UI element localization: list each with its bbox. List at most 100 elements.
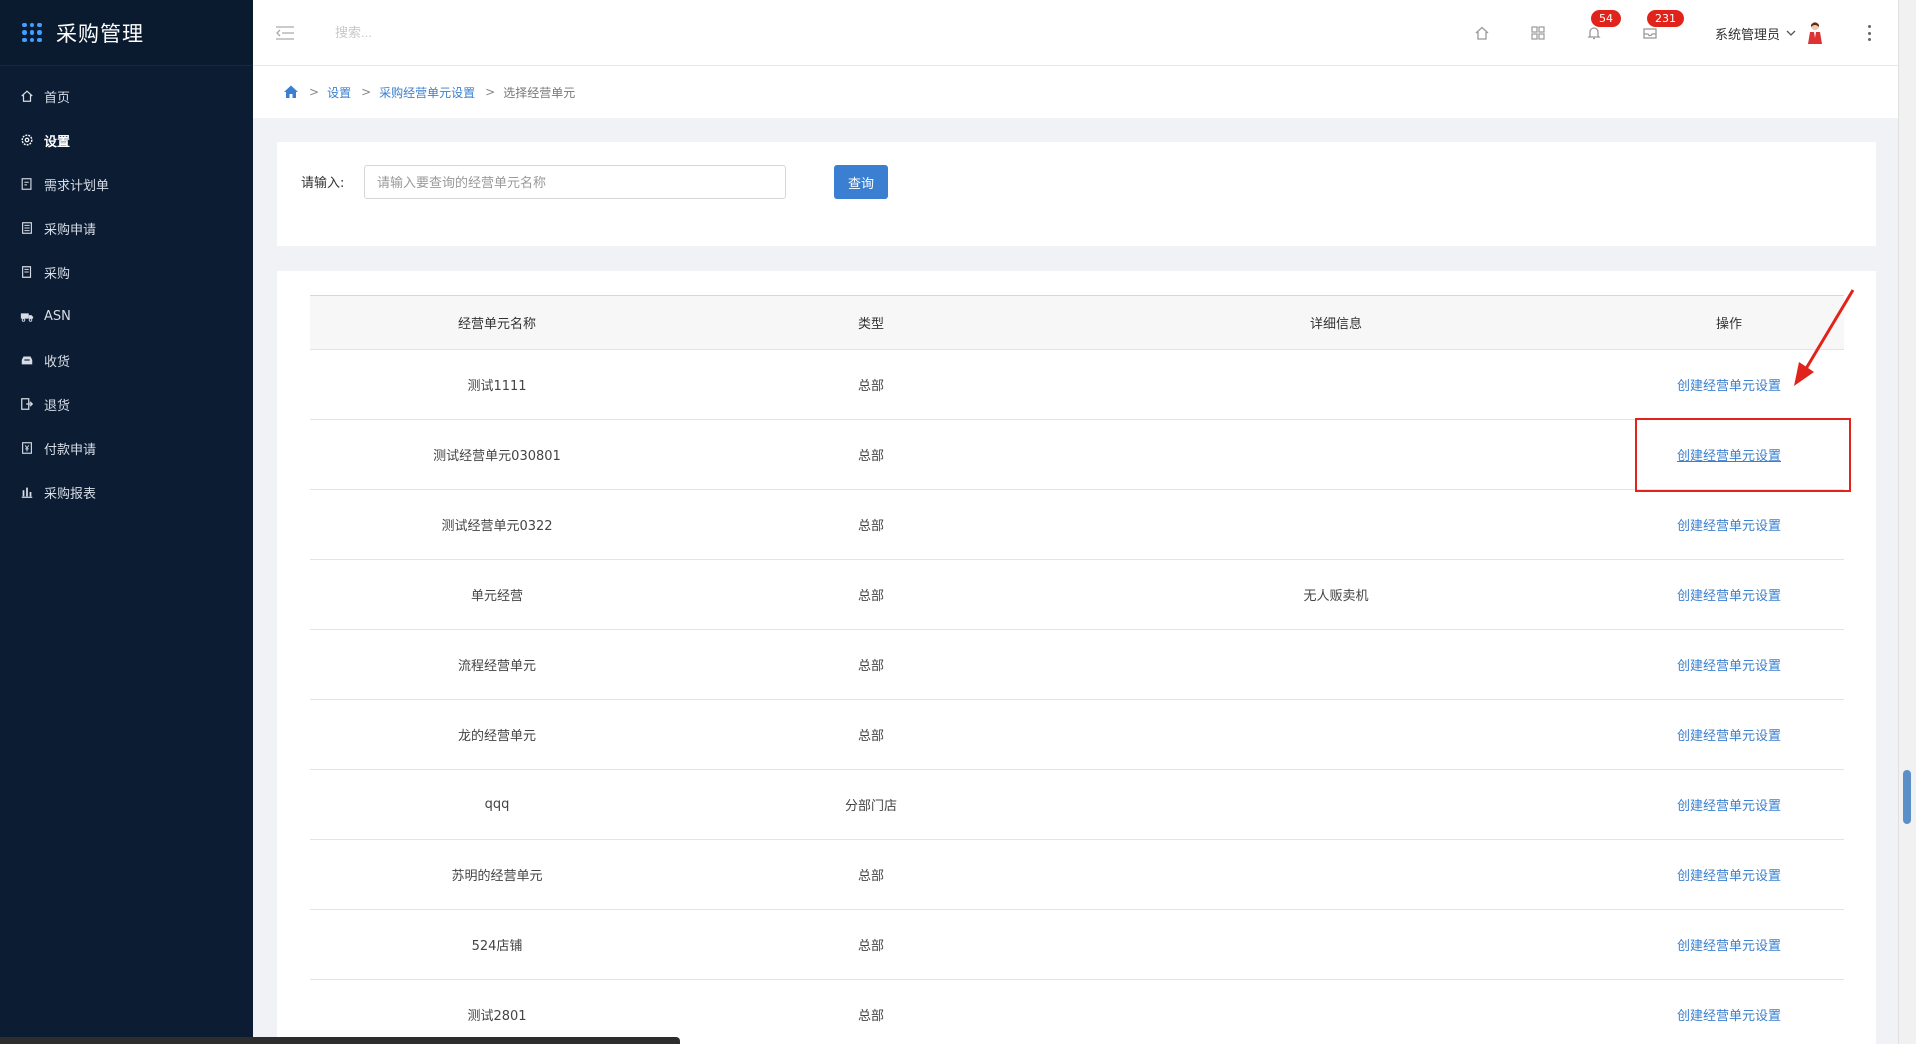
table-row: 测试1111 总部 创建经营单元设置	[310, 350, 1844, 420]
sidebar-menu: 首页 设置 需求计划单 采购申请 采购 ASN 收货 退货 付款申请 采购报表	[0, 74, 253, 514]
inbox-icon	[20, 353, 34, 367]
home-shortcut-icon[interactable]	[1473, 24, 1491, 42]
business-unit-table: 经营单元名称 类型 详细信息 操作 测试1111 总部 创建经营单元设置 测试经…	[310, 295, 1844, 1044]
cell-detail	[1058, 490, 1614, 560]
breadcrumb-separator: >	[361, 85, 372, 99]
table-row: 测试经营单元030801 总部 创建经营单元设置	[310, 420, 1844, 490]
sidebar-item-asn[interactable]: ASN	[0, 294, 253, 338]
create-unit-setting-link[interactable]: 创建经营单元设置	[1677, 799, 1781, 814]
sidebar-item-purchase-request[interactable]: 采购申请	[0, 206, 253, 250]
cell-type: 总部	[857, 729, 884, 744]
message-mail-icon[interactable]: 231	[1641, 10, 1684, 42]
cell-name: 苏明的经营单元	[451, 869, 543, 884]
apps-grid-icon[interactable]	[1529, 24, 1547, 42]
query-button[interactable]: 查询	[834, 165, 888, 199]
payment-icon	[20, 441, 34, 455]
sidebar-item-label: 首页	[44, 90, 71, 106]
sidebar-item-receiving[interactable]: 收货	[0, 338, 253, 382]
sidebar-item-purchase-report[interactable]: 采购报表	[0, 470, 253, 514]
search-panel: 请输入: 查询	[277, 142, 1876, 246]
table-header-row: 经营单元名称 类型 详细信息 操作	[310, 295, 1844, 350]
table-row: 测试2801 总部 创建经营单元设置	[310, 980, 1844, 1044]
sidebar-item-payment-request[interactable]: 付款申请	[0, 426, 253, 470]
cell-type: 总部	[857, 659, 884, 674]
breadcrumb-separator: >	[309, 85, 320, 99]
sidebar-item-label: 采购报表	[44, 486, 97, 502]
breadcrumb-link-settings[interactable]: 设置	[327, 84, 351, 101]
cell-type: 总部	[857, 589, 884, 604]
column-header-type: 类型	[857, 317, 884, 332]
cell-detail	[1058, 700, 1614, 770]
sidebar-item-label: 需求计划单	[44, 178, 110, 194]
table-row: 流程经营单元 总部 创建经营单元设置	[310, 630, 1844, 700]
browser-status-bar	[0, 1037, 680, 1044]
table-row: 524店铺 总部 创建经营单元设置	[310, 910, 1844, 980]
notification-badge: 54	[1590, 10, 1621, 27]
cell-name: 测试经营单元0322	[441, 519, 553, 534]
cell-type: 总部	[857, 449, 884, 464]
bar-chart-icon	[20, 485, 34, 499]
create-unit-setting-link[interactable]: 创建经营单元设置	[1677, 939, 1781, 954]
cell-name: 测试经营单元030801	[433, 449, 561, 464]
create-unit-setting-link[interactable]: 创建经营单元设置	[1677, 729, 1781, 744]
sidebar-item-label: 退货	[44, 398, 71, 414]
app-grid-icon[interactable]	[22, 22, 42, 43]
cell-detail	[1058, 770, 1614, 840]
table-row: 龙的经营单元 总部 创建经营单元设置	[310, 700, 1844, 770]
avatar	[1808, 22, 1822, 44]
cell-name: 测试2801	[467, 1009, 527, 1024]
cell-type: 总部	[857, 869, 884, 884]
document-edit-icon	[20, 177, 34, 191]
cell-name: 流程经营单元	[457, 659, 536, 674]
top-header: 54 231 系统管理员	[253, 0, 1898, 66]
sidebar-item-label: 收货	[44, 354, 71, 370]
sidebar-item-returns[interactable]: 退货	[0, 382, 253, 426]
cell-detail	[1058, 840, 1614, 910]
user-menu[interactable]: 系统管理员	[1715, 20, 1824, 46]
more-options-icon[interactable]	[1868, 25, 1872, 41]
sidebar-item-label: 设置	[44, 134, 71, 150]
cell-name: 龙的经营单元	[457, 729, 536, 744]
cell-type: 总部	[857, 379, 884, 394]
global-search-input[interactable]	[335, 16, 635, 49]
return-icon	[20, 397, 34, 411]
breadcrumb-home-icon[interactable]	[283, 84, 299, 100]
page-scrollbar[interactable]	[1898, 0, 1916, 1044]
cell-detail: 无人贩卖机	[1303, 589, 1369, 604]
header-actions: 54 231 系统管理员	[1473, 0, 1898, 66]
sidebar-item-demand-plan[interactable]: 需求计划单	[0, 162, 253, 206]
create-unit-setting-link[interactable]: 创建经营单元设置	[1677, 519, 1781, 534]
cell-type: 总部	[857, 1009, 884, 1024]
gear-icon	[20, 133, 34, 147]
scrollbar-thumb[interactable]	[1903, 770, 1911, 824]
breadcrumb: > 设置 > 采购经营单元设置 > 选择经营单元	[253, 66, 1898, 118]
clipboard-icon	[20, 221, 34, 235]
chevron-down-icon	[1786, 30, 1796, 36]
sidebar-item-settings[interactable]: 设置	[0, 118, 253, 162]
create-unit-setting-link[interactable]: 创建经营单元设置	[1677, 659, 1781, 674]
sidebar-item-label: 采购申请	[44, 222, 97, 238]
unit-name-search-input[interactable]	[364, 165, 786, 199]
create-unit-setting-link[interactable]: 创建经营单元设置	[1677, 449, 1781, 464]
breadcrumb-separator: >	[485, 85, 496, 99]
create-unit-setting-link[interactable]: 创建经营单元设置	[1677, 869, 1781, 884]
cell-type: 总部	[857, 939, 884, 954]
cell-name: 单元经营	[470, 589, 523, 604]
sidebar-item-home[interactable]: 首页	[0, 74, 253, 118]
table-row: 苏明的经营单元 总部 创建经营单元设置	[310, 840, 1844, 910]
sidebar-item-label: ASN	[44, 308, 71, 324]
menu-collapse-icon[interactable]	[275, 25, 295, 41]
column-header-action: 操作	[1715, 317, 1742, 332]
table-row: 测试经营单元0322 总部 创建经营单元设置	[310, 490, 1844, 560]
sidebar-item-label: 付款申请	[44, 442, 97, 458]
breadcrumb-link-unit-settings[interactable]: 采购经营单元设置	[379, 84, 475, 101]
results-panel: 经营单元名称 类型 详细信息 操作 测试1111 总部 创建经营单元设置 测试经…	[277, 271, 1876, 1044]
cell-name: qqq	[484, 797, 510, 812]
create-unit-setting-link[interactable]: 创建经营单元设置	[1677, 379, 1781, 394]
notification-bell-icon[interactable]: 54	[1585, 10, 1621, 42]
message-badge: 231	[1646, 10, 1684, 27]
create-unit-setting-link[interactable]: 创建经营单元设置	[1677, 1009, 1781, 1024]
table-row: qqq 分部门店 创建经营单元设置	[310, 770, 1844, 840]
sidebar-item-purchase[interactable]: 采购	[0, 250, 253, 294]
create-unit-setting-link[interactable]: 创建经营单元设置	[1677, 589, 1781, 604]
